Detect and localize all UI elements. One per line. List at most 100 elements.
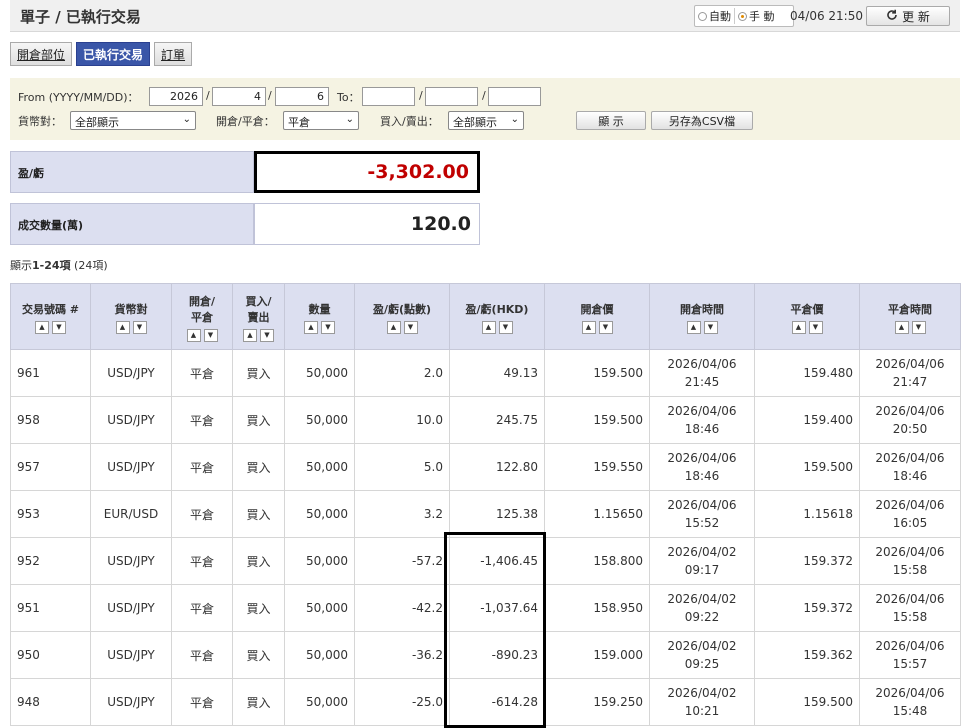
sort-descending-icon[interactable]: ▼ xyxy=(132,320,147,334)
table-row: 948 USD/JPY 平倉 買入 50,000 -25.0 -614.28 159.250 2… xyxy=(10,678,961,726)
to-label: To： xyxy=(337,91,360,104)
open-time: 21:45 xyxy=(684,375,720,389)
open-date: 2026/04/06 xyxy=(667,404,737,418)
sort-ascending-icon[interactable]: ▲ xyxy=(35,320,49,334)
sort-descending-icon[interactable]: ▼ xyxy=(498,320,513,334)
bs-cell[interactable]: 買入 xyxy=(232,490,285,538)
qty-cell: 50,000 xyxy=(284,678,355,726)
to-day-input[interactable] xyxy=(488,87,541,106)
pnl-label: 盈/虧 xyxy=(10,151,254,193)
export-csv-button[interactable]: 另存為CSV檔 xyxy=(651,111,753,130)
refresh-button[interactable]: 更 新 xyxy=(866,6,950,26)
tab-bar: 開倉部位 已執行交易 訂單 xyxy=(10,42,193,68)
date-separator: / xyxy=(419,89,423,102)
sort-descending-icon[interactable]: ▼ xyxy=(321,320,335,334)
bs-cell[interactable]: 買入 xyxy=(232,678,285,726)
column-header: 貨幣對 ▲ ▼ xyxy=(90,283,172,350)
close-price-cell: 159.480 xyxy=(754,349,860,397)
pips-cell: -36.2 xyxy=(354,631,450,679)
sort-descending-icon[interactable]: ▼ xyxy=(52,320,66,334)
hkd-cell: 49.13 xyxy=(449,349,545,397)
sort-descending-icon[interactable]: ▼ xyxy=(911,320,926,334)
column-header: 開倉價 ▲ ▼ xyxy=(544,283,650,350)
sort-descending-icon[interactable]: ▼ xyxy=(203,328,218,342)
sort-ascending-icon[interactable]: ▲ xyxy=(686,320,701,334)
qty-cell: 50,000 xyxy=(284,537,355,585)
from-day-input[interactable]: 6 xyxy=(275,87,329,106)
sort-ascending-icon[interactable]: ▲ xyxy=(304,320,318,334)
bs-cell[interactable]: 買入 xyxy=(232,631,285,679)
sort-descending-icon[interactable]: ▼ xyxy=(598,320,613,334)
bs-cell[interactable]: 買入 xyxy=(232,584,285,632)
sort-ascending-icon[interactable]: ▲ xyxy=(481,320,496,334)
hkd-cell: 245.75 xyxy=(449,396,545,444)
sort-controls: ▲ ▼ xyxy=(355,320,449,334)
open-time: 09:17 xyxy=(684,563,720,577)
sort-ascending-icon[interactable]: ▲ xyxy=(386,320,401,334)
column-header-label: 平倉 xyxy=(191,310,213,324)
sort-descending-icon[interactable]: ▼ xyxy=(703,320,718,334)
qty-cell: 50,000 xyxy=(284,490,355,538)
to-year-input[interactable] xyxy=(362,87,415,106)
id-cell: 958 xyxy=(10,396,91,444)
mode-auto-option[interactable]: 自動 xyxy=(695,8,734,24)
pips-cell: 3.2 xyxy=(354,490,450,538)
currency-select[interactable]: 全部顯示 ⌄ xyxy=(70,111,196,130)
from-year-input[interactable]: 2026 xyxy=(149,87,203,106)
column-header-label: 交易號碼 # xyxy=(21,302,80,316)
close-price-cell: 159.500 xyxy=(754,443,860,491)
qty-cell: 50,000 xyxy=(284,396,355,444)
bs-cell[interactable]: 買入 xyxy=(232,443,285,491)
sort-ascending-icon[interactable]: ▲ xyxy=(791,320,806,334)
openclose-select[interactable]: 平倉 ⌄ xyxy=(283,111,359,130)
sort-ascending-icon[interactable]: ▲ xyxy=(186,328,201,342)
sort-descending-icon[interactable]: ▼ xyxy=(808,320,823,334)
open-date: 2026/04/06 xyxy=(667,451,737,465)
id-cell: 953 xyxy=(10,490,91,538)
column-header: 交易號碼 # ▲ ▼ xyxy=(10,283,91,350)
pair-cell: USD/JPY xyxy=(90,537,172,585)
open-time-cell: 2026/04/06 15:52 xyxy=(649,490,755,538)
open-price-cell: 159.550 xyxy=(544,443,650,491)
bs-cell[interactable]: 買入 xyxy=(232,396,285,444)
close-date: 2026/04/06 xyxy=(875,592,945,606)
open-time-cell: 2026/04/02 09:25 xyxy=(649,631,755,679)
qty-cell: 50,000 xyxy=(284,443,355,491)
column-header-label: 開倉價 xyxy=(580,302,614,316)
bs-cell[interactable]: 買入 xyxy=(232,537,285,585)
open-time: 18:46 xyxy=(684,422,720,436)
to-month-input[interactable] xyxy=(425,87,478,106)
qty-cell: 50,000 xyxy=(284,584,355,632)
from-month-input[interactable]: 4 xyxy=(212,87,266,106)
close-date: 2026/04/06 xyxy=(875,639,945,653)
close-price-cell: 1.15618 xyxy=(754,490,860,538)
hkd-cell: -890.23 xyxy=(449,631,545,679)
open-date: 2026/04/02 xyxy=(667,686,737,700)
sort-descending-icon[interactable]: ▼ xyxy=(260,328,274,342)
table-row: 951 USD/JPY 平倉 買入 50,000 -42.2 -1,037.64 158.95… xyxy=(10,584,961,632)
tab-orders[interactable]: 訂單 xyxy=(154,42,193,66)
sort-ascending-icon[interactable]: ▲ xyxy=(243,328,257,342)
page-title: 單子 / 已執行交易 xyxy=(20,8,141,26)
tab-executed-trades[interactable]: 已執行交易 xyxy=(76,42,151,66)
buysell-select[interactable]: 全部顯示 ⌄ xyxy=(448,111,524,130)
pips-cell: 10.0 xyxy=(354,396,450,444)
filter-panel: From (YYYY/MM/DD)： 2026 / 4 / 6 To： / / … xyxy=(10,78,960,140)
mode-manual-option[interactable]: 手 動 xyxy=(735,8,778,24)
pair-cell: USD/JPY xyxy=(90,678,172,726)
open-price-cell: 159.500 xyxy=(544,396,650,444)
id-cell: 957 xyxy=(10,443,91,491)
show-button[interactable]: 顯 示 xyxy=(576,111,646,130)
sort-ascending-icon[interactable]: ▲ xyxy=(115,320,130,334)
bs-cell[interactable]: 買入 xyxy=(232,349,285,397)
hkd-cell: 122.80 xyxy=(449,443,545,491)
radio-icon[interactable] xyxy=(698,11,707,21)
tab-open-positions[interactable]: 開倉部位 xyxy=(10,42,73,66)
date-separator: / xyxy=(206,89,210,102)
sort-descending-icon[interactable]: ▼ xyxy=(403,320,418,334)
count-total: (24項) xyxy=(70,259,108,272)
sort-ascending-icon[interactable]: ▲ xyxy=(894,320,909,334)
volume-value: 120.0 xyxy=(254,203,480,245)
radio-selected-icon[interactable] xyxy=(738,11,747,21)
sort-ascending-icon[interactable]: ▲ xyxy=(581,320,596,334)
